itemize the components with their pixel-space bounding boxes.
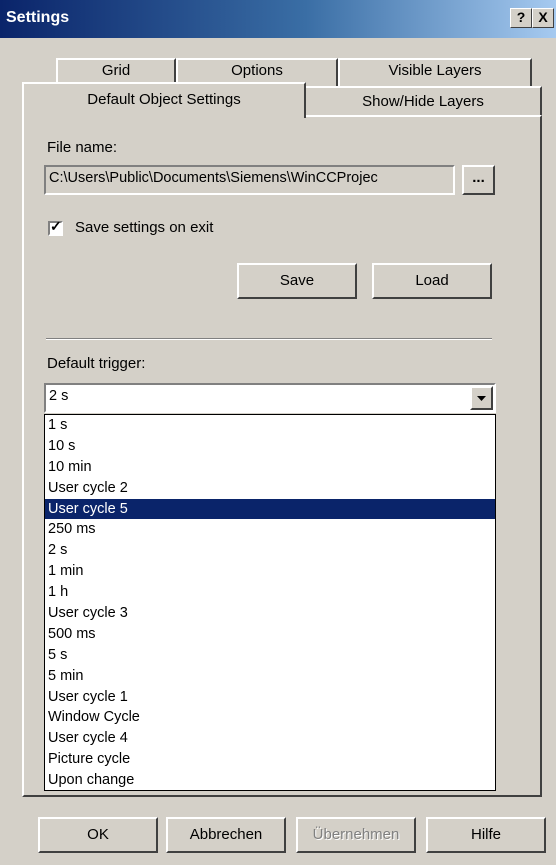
- trigger-option[interactable]: Upon change: [45, 770, 495, 790]
- close-button[interactable]: X: [532, 8, 554, 28]
- trigger-option[interactable]: 2 s: [45, 540, 495, 561]
- save-button[interactable]: Save: [237, 263, 357, 299]
- help-footer-button[interactable]: Hilfe: [426, 817, 546, 853]
- save-on-exit-checkbox[interactable]: ✓: [48, 218, 63, 236]
- trigger-option[interactable]: Picture cycle: [45, 749, 495, 770]
- trigger-option[interactable]: 500 ms: [45, 624, 495, 645]
- trigger-option[interactable]: 5 s: [45, 645, 495, 666]
- tab-show-hide-layers[interactable]: Show/Hide Layers: [304, 86, 542, 115]
- trigger-option[interactable]: 5 min: [45, 666, 495, 687]
- cancel-button[interactable]: Abbrechen: [166, 817, 286, 853]
- browse-button[interactable]: ...: [462, 165, 495, 195]
- title-bar[interactable]: Settings ? X: [0, 0, 556, 38]
- settings-dialog: Settings ? X Grid Options Visible Layers…: [0, 0, 556, 865]
- trigger-option[interactable]: 250 ms: [45, 519, 495, 540]
- help-button[interactable]: ?: [510, 8, 532, 28]
- trigger-option[interactable]: 1 h: [45, 582, 495, 603]
- trigger-option[interactable]: User cycle 3: [45, 603, 495, 624]
- window-title: Settings: [6, 9, 70, 26]
- default-trigger-select[interactable]: 2 s: [44, 383, 496, 413]
- trigger-option[interactable]: User cycle 5: [45, 498, 495, 520]
- separator: [46, 338, 492, 340]
- trigger-option[interactable]: User cycle 2: [45, 478, 495, 499]
- trigger-option[interactable]: 10 s: [45, 436, 495, 457]
- default-trigger-value: 2 s: [49, 388, 69, 404]
- trigger-option[interactable]: Window Cycle: [45, 707, 495, 728]
- checkmark-icon: ✓: [50, 218, 62, 234]
- apply-button[interactable]: Übernehmen: [296, 817, 416, 853]
- file-name-field[interactable]: C:\Users\Public\Documents\Siemens\WinCCP…: [44, 165, 455, 195]
- trigger-option[interactable]: 1 s: [45, 415, 495, 436]
- trigger-dropdown-list[interactable]: 1 s 10 s 10 min User cycle 2 User cycle 5 250…: [44, 414, 496, 791]
- tab-default-object-settings[interactable]: Default Object Settings: [22, 82, 306, 118]
- dropdown-button[interactable]: [470, 386, 493, 410]
- load-button[interactable]: Load: [372, 263, 492, 299]
- trigger-option[interactable]: User cycle 1: [45, 687, 495, 708]
- chevron-down-icon: [477, 396, 486, 401]
- ok-button[interactable]: OK: [38, 817, 158, 853]
- default-trigger-label: Default trigger:: [47, 355, 146, 372]
- trigger-option[interactable]: 1 min: [45, 561, 495, 582]
- tab-visible-layers[interactable]: Visible Layers: [338, 58, 532, 86]
- trigger-option[interactable]: 10 min: [45, 457, 495, 478]
- save-on-exit-label[interactable]: Save settings on exit: [75, 219, 213, 236]
- trigger-option[interactable]: User cycle 4: [45, 728, 495, 749]
- file-name-label: File name:: [47, 139, 118, 156]
